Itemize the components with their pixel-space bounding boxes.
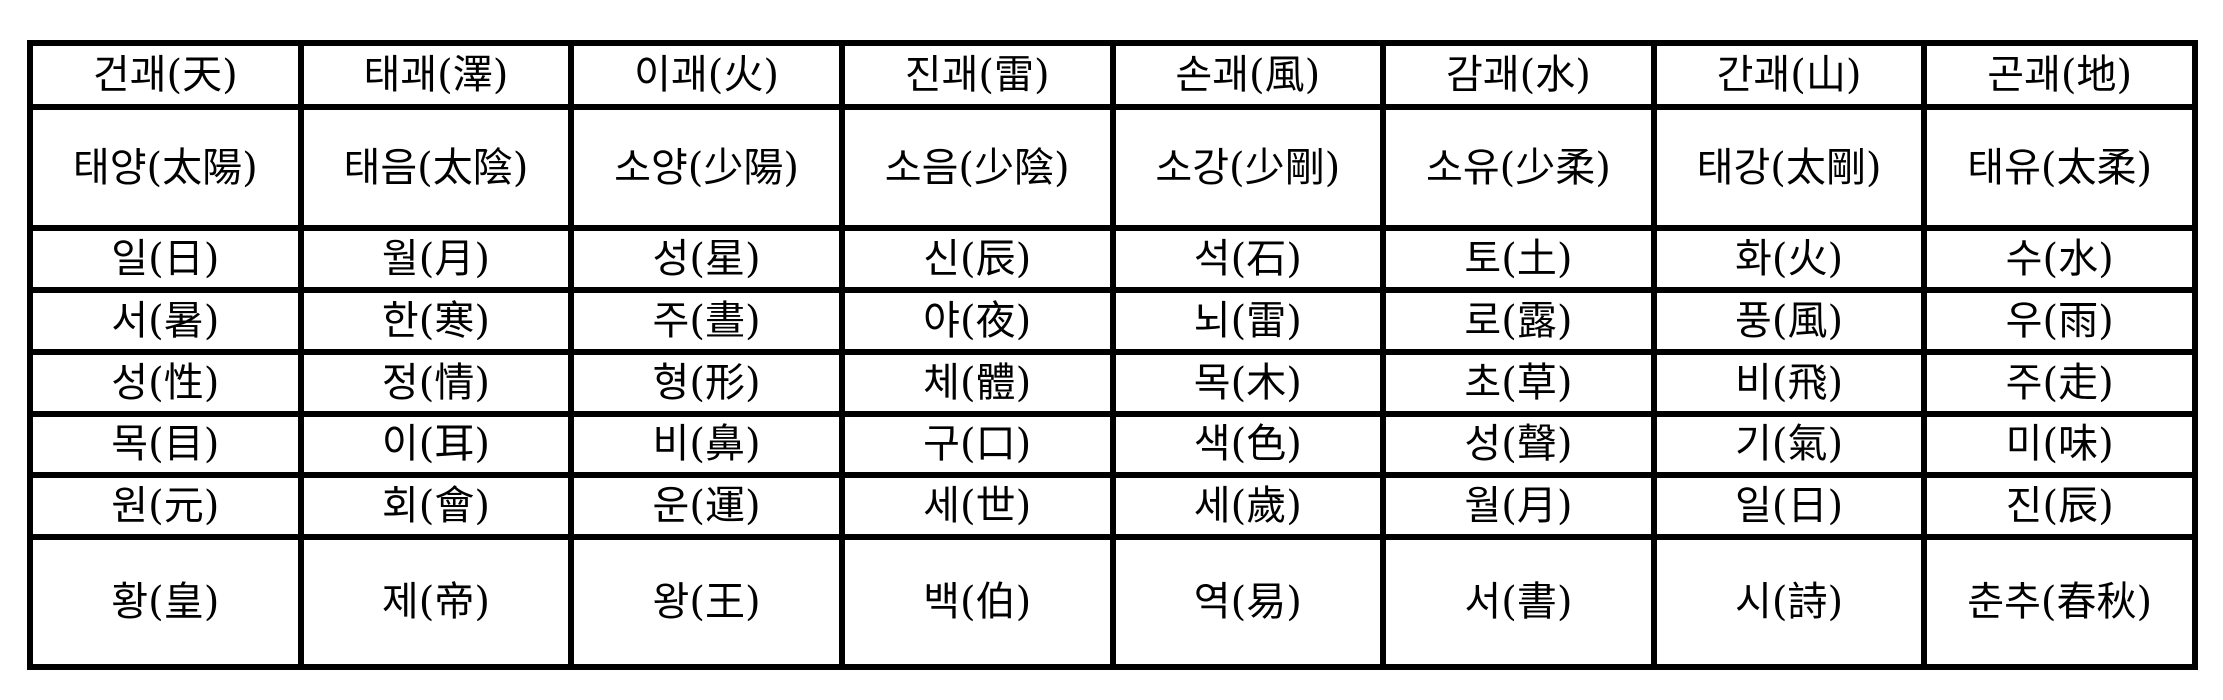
cell: 형(形) bbox=[568, 348, 845, 417]
cell: 구(口) bbox=[838, 410, 1116, 479]
trigram-correspondence-table: 건괘(天) 태괘(澤) 이괘(火) 진괘(雷) 손괘(風) 감괘(水) 간괘(山… bbox=[27, 40, 2198, 670]
cell: 서(書) bbox=[1380, 534, 1657, 670]
cell: 소강(少剛) bbox=[1109, 103, 1387, 232]
cell: 목(木) bbox=[1109, 348, 1387, 417]
cell: 정(情) bbox=[297, 348, 575, 417]
cell: 운(運) bbox=[568, 472, 845, 541]
cell: 진괘(雷) bbox=[838, 40, 1116, 110]
cell: 간괘(山) bbox=[1650, 40, 1928, 110]
cell: 원(元) bbox=[27, 472, 304, 541]
table-row: 원(元) 회(會) 운(運) 세(世) 세(歲) 월(月) 일(日) 진(辰) bbox=[27, 472, 2198, 541]
cell: 진(辰) bbox=[1921, 472, 2198, 541]
cell: 춘추(春秋) bbox=[1921, 534, 2198, 670]
cell: 회(會) bbox=[297, 472, 575, 541]
table-row: 목(目) 이(耳) 비(鼻) 구(口) 색(色) 성(聲) 기(氣) 미(味) bbox=[27, 410, 2198, 479]
cell: 미(味) bbox=[1921, 410, 2198, 479]
cell: 화(火) bbox=[1650, 225, 1928, 294]
table-row: 성(性) 정(情) 형(形) 체(體) 목(木) 초(草) 비(飛) 주(走) bbox=[27, 348, 2198, 417]
cell: 세(世) bbox=[838, 472, 1116, 541]
cell: 우(雨) bbox=[1921, 287, 2198, 355]
cell: 성(星) bbox=[568, 225, 845, 294]
cell: 태강(太剛) bbox=[1650, 103, 1928, 232]
trigram-correspondence-table-container: 건괘(天) 태괘(澤) 이괘(火) 진괘(雷) 손괘(風) 감괘(水) 간괘(山… bbox=[27, 40, 2198, 670]
table-row: 일(日) 월(月) 성(星) 신(辰) 석(石) 토(土) 화(火) 수(水) bbox=[27, 225, 2198, 294]
cell: 태괘(澤) bbox=[297, 40, 575, 110]
cell: 곤괘(地) bbox=[1921, 40, 2198, 110]
cell: 손괘(風) bbox=[1109, 40, 1387, 110]
cell: 이(耳) bbox=[297, 410, 575, 479]
table-row: 황(皇) 제(帝) 왕(王) 백(伯) 역(易) 서(書) 시(詩) 춘추(春秋… bbox=[27, 534, 2198, 670]
cell: 토(土) bbox=[1380, 225, 1657, 294]
cell: 황(皇) bbox=[27, 534, 304, 670]
cell: 월(月) bbox=[297, 225, 575, 294]
cell: 서(暑) bbox=[27, 287, 304, 355]
cell: 주(晝) bbox=[568, 287, 845, 355]
table-body: 건괘(天) 태괘(澤) 이괘(火) 진괘(雷) 손괘(風) 감괘(水) 간괘(山… bbox=[27, 40, 2198, 670]
cell: 태음(太陰) bbox=[297, 103, 575, 232]
cell: 풍(風) bbox=[1650, 287, 1928, 355]
cell: 역(易) bbox=[1109, 534, 1387, 670]
cell: 주(走) bbox=[1921, 348, 2198, 417]
cell: 태유(太柔) bbox=[1921, 103, 2198, 232]
cell: 한(寒) bbox=[297, 287, 575, 355]
cell: 뇌(雷) bbox=[1109, 287, 1387, 355]
cell: 로(露) bbox=[1380, 287, 1657, 355]
cell: 왕(王) bbox=[568, 534, 845, 670]
cell: 성(聲) bbox=[1380, 410, 1657, 479]
cell: 월(月) bbox=[1380, 472, 1657, 541]
cell: 색(色) bbox=[1109, 410, 1387, 479]
cell: 신(辰) bbox=[838, 225, 1116, 294]
cell: 야(夜) bbox=[838, 287, 1116, 355]
cell: 소유(少柔) bbox=[1380, 103, 1657, 232]
cell: 일(日) bbox=[1650, 472, 1928, 541]
table-row: 서(暑) 한(寒) 주(晝) 야(夜) 뇌(雷) 로(露) 풍(風) 우(雨) bbox=[27, 287, 2198, 355]
cell: 비(飛) bbox=[1650, 348, 1928, 417]
cell: 이괘(火) bbox=[568, 40, 845, 110]
cell: 성(性) bbox=[27, 348, 304, 417]
cell: 석(石) bbox=[1109, 225, 1387, 294]
cell: 비(鼻) bbox=[568, 410, 845, 479]
cell: 세(歲) bbox=[1109, 472, 1387, 541]
cell: 초(草) bbox=[1380, 348, 1657, 417]
cell: 소양(少陽) bbox=[568, 103, 845, 232]
cell: 감괘(水) bbox=[1380, 40, 1657, 110]
cell: 수(水) bbox=[1921, 225, 2198, 294]
table-row-trigrams: 건괘(天) 태괘(澤) 이괘(火) 진괘(雷) 손괘(風) 감괘(水) 간괘(山… bbox=[27, 40, 2198, 110]
cell: 체(體) bbox=[838, 348, 1116, 417]
cell: 목(目) bbox=[27, 410, 304, 479]
cell: 소음(少陰) bbox=[838, 103, 1116, 232]
cell: 태양(太陽) bbox=[27, 103, 304, 232]
cell: 백(伯) bbox=[838, 534, 1116, 670]
cell: 일(日) bbox=[27, 225, 304, 294]
table-row-yin-yang: 태양(太陽) 태음(太陰) 소양(少陽) 소음(少陰) 소강(少剛) 소유(少柔… bbox=[27, 103, 2198, 232]
cell: 건괘(天) bbox=[27, 40, 304, 110]
cell: 제(帝) bbox=[297, 534, 575, 670]
cell: 기(氣) bbox=[1650, 410, 1928, 479]
cell: 시(詩) bbox=[1650, 534, 1928, 670]
